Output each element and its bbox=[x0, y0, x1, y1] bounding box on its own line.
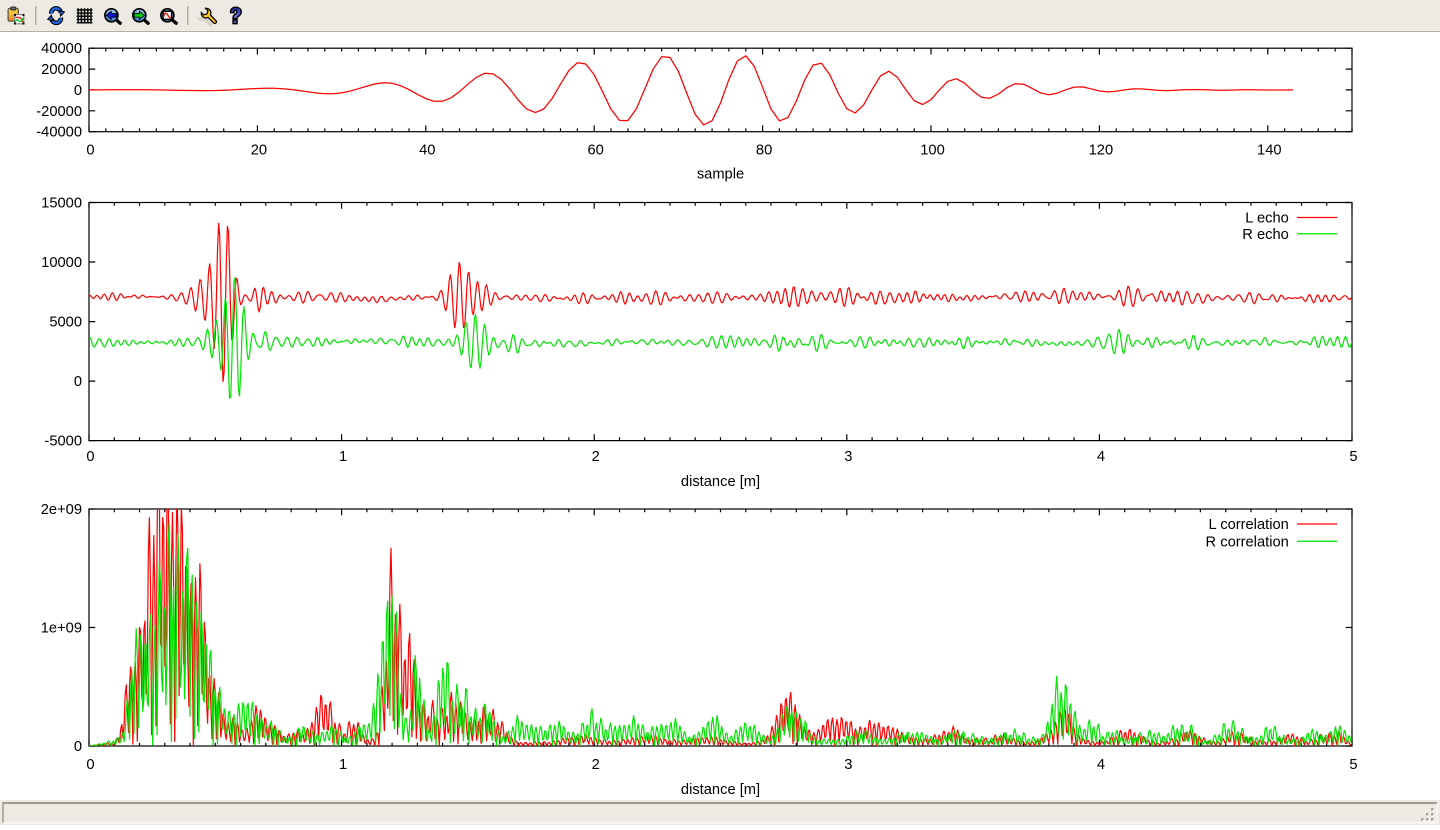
svg-text:4: 4 bbox=[1097, 757, 1105, 773]
svg-text:140: 140 bbox=[1257, 142, 1282, 158]
svg-text:sample: sample bbox=[697, 166, 744, 182]
svg-text:2e+09: 2e+09 bbox=[41, 502, 82, 518]
svg-text:2: 2 bbox=[592, 449, 600, 465]
svg-text:L correlation: L correlation bbox=[1209, 517, 1289, 533]
svg-text:80: 80 bbox=[756, 142, 772, 158]
svg-text:distance [m]: distance [m] bbox=[681, 474, 760, 490]
svg-text:-20000: -20000 bbox=[36, 104, 82, 120]
svg-text:distance [m]: distance [m] bbox=[681, 782, 760, 798]
svg-text:0: 0 bbox=[86, 757, 94, 773]
svg-text:3: 3 bbox=[844, 757, 852, 773]
svg-text:2: 2 bbox=[592, 757, 600, 773]
svg-text:0: 0 bbox=[86, 142, 94, 158]
svg-text:20000: 20000 bbox=[41, 62, 82, 78]
svg-text:1e+09: 1e+09 bbox=[41, 621, 82, 637]
svg-text:-40000: -40000 bbox=[36, 125, 82, 141]
svg-text:5: 5 bbox=[1349, 449, 1357, 465]
svg-text:120: 120 bbox=[1089, 142, 1114, 158]
svg-text:100: 100 bbox=[920, 142, 945, 158]
svg-text:20: 20 bbox=[251, 142, 267, 158]
svg-text:4: 4 bbox=[1097, 449, 1105, 465]
svg-text:-5000: -5000 bbox=[44, 434, 82, 450]
svg-text:R correlation: R correlation bbox=[1206, 534, 1289, 550]
svg-text:60: 60 bbox=[588, 142, 604, 158]
svg-text:0: 0 bbox=[74, 374, 82, 390]
svg-text:0: 0 bbox=[86, 449, 94, 465]
svg-text:5: 5 bbox=[1349, 757, 1357, 773]
svg-text:5000: 5000 bbox=[49, 315, 82, 331]
svg-text:0: 0 bbox=[74, 83, 82, 99]
svg-text:15000: 15000 bbox=[41, 196, 82, 212]
svg-text:1: 1 bbox=[339, 449, 347, 465]
svg-text:3: 3 bbox=[844, 449, 852, 465]
svg-text:40: 40 bbox=[419, 142, 435, 158]
svg-text:L echo: L echo bbox=[1245, 211, 1289, 227]
svg-text:10000: 10000 bbox=[41, 255, 82, 271]
svg-text:40000: 40000 bbox=[41, 41, 82, 57]
svg-text:R echo: R echo bbox=[1242, 227, 1289, 243]
svg-text:1: 1 bbox=[339, 757, 347, 773]
svg-text:0: 0 bbox=[74, 739, 82, 755]
